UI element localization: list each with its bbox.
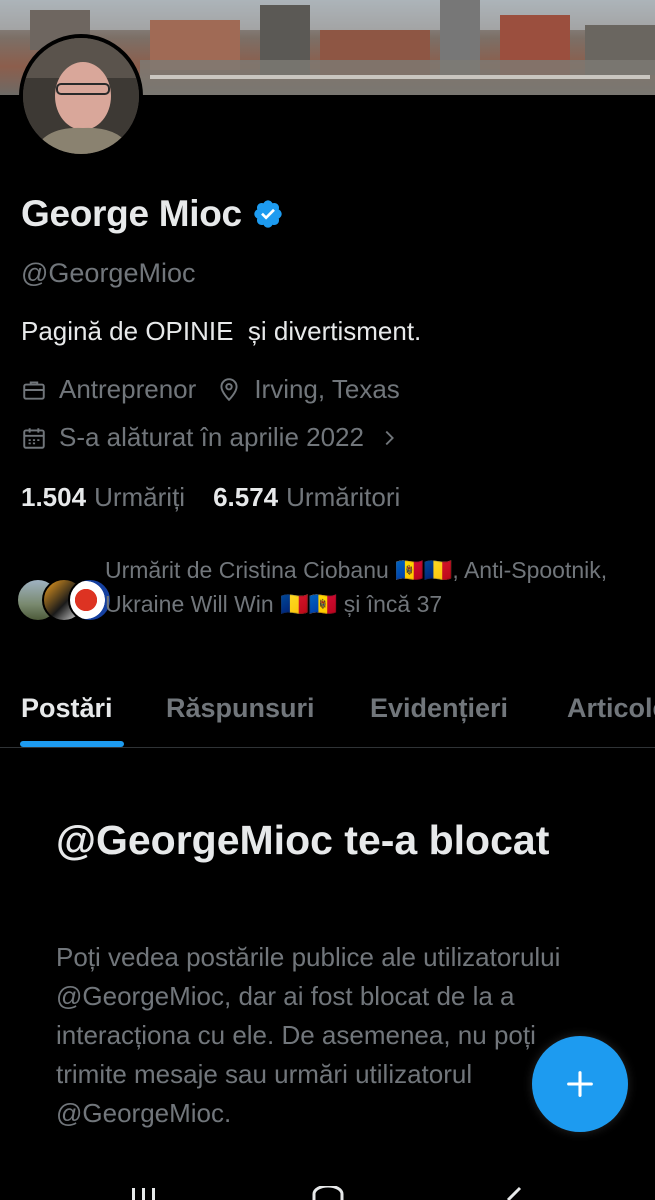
location-label: Irving, Texas — [254, 374, 400, 404]
verified-badge-icon[interactable] — [252, 198, 284, 230]
home-icon[interactable] — [310, 1186, 346, 1200]
tab-highlights[interactable]: Evidențieri — [370, 693, 508, 724]
recent-apps-icon[interactable] — [128, 1186, 160, 1200]
profession-item: Antreprenor — [21, 374, 196, 405]
tab-replies[interactable]: Răspunsuri — [166, 693, 315, 724]
system-nav-bar — [0, 1176, 655, 1200]
followers-label[interactable]: Urmăritori — [286, 482, 400, 513]
back-icon[interactable] — [498, 1186, 524, 1200]
joined-label: S-a alăturat în aprilie 2022 — [59, 422, 364, 452]
profile-name: George Mioc — [21, 193, 242, 234]
chevron-right-icon[interactable] — [378, 427, 400, 449]
profile-meta-row: Antreprenor Irving, Texas — [21, 374, 420, 405]
profile-stats: 1.504 Urmăriți 6.574 Urmăritori — [21, 482, 428, 513]
following-count[interactable]: 1.504 — [21, 482, 86, 513]
profile-avatar[interactable] — [19, 34, 143, 158]
profile-handle: @GeorgeMioc — [21, 258, 196, 288]
active-tab-indicator — [20, 741, 124, 747]
profile-bio: Pagină de OPINIE și divertisment. — [21, 316, 422, 346]
calendar-icon — [23, 427, 45, 449]
tab-posts[interactable]: Postări — [21, 693, 113, 724]
briefcase-icon — [23, 380, 45, 400]
blocked-message: Poți vedea postările publice ale utiliza… — [56, 942, 561, 1128]
followed-by-text[interactable]: Urmărit de Cristina Ciobanu 🇲🇩🇷🇴, Anti-S… — [105, 553, 635, 621]
compose-button[interactable] — [532, 1036, 628, 1132]
followed-by-avatars[interactable] — [16, 578, 112, 624]
profile-tabs: Postări Răspunsuri Evidențieri Articole — [0, 688, 655, 748]
following-label[interactable]: Urmăriți — [94, 482, 185, 513]
followers-count[interactable]: 6.574 — [213, 482, 278, 513]
profile-name-row: George Mioc — [21, 192, 284, 236]
joined-row[interactable]: S-a alăturat în aprilie 2022 — [21, 422, 400, 453]
blocked-title: @GeorgeMioc te-a blocat — [56, 817, 550, 863]
tab-articles[interactable]: Articole — [567, 693, 655, 724]
profession-label: Antreprenor — [59, 374, 197, 404]
location-item: Irving, Texas — [216, 374, 400, 405]
plus-icon — [567, 1071, 593, 1097]
location-pin-icon — [220, 377, 238, 401]
